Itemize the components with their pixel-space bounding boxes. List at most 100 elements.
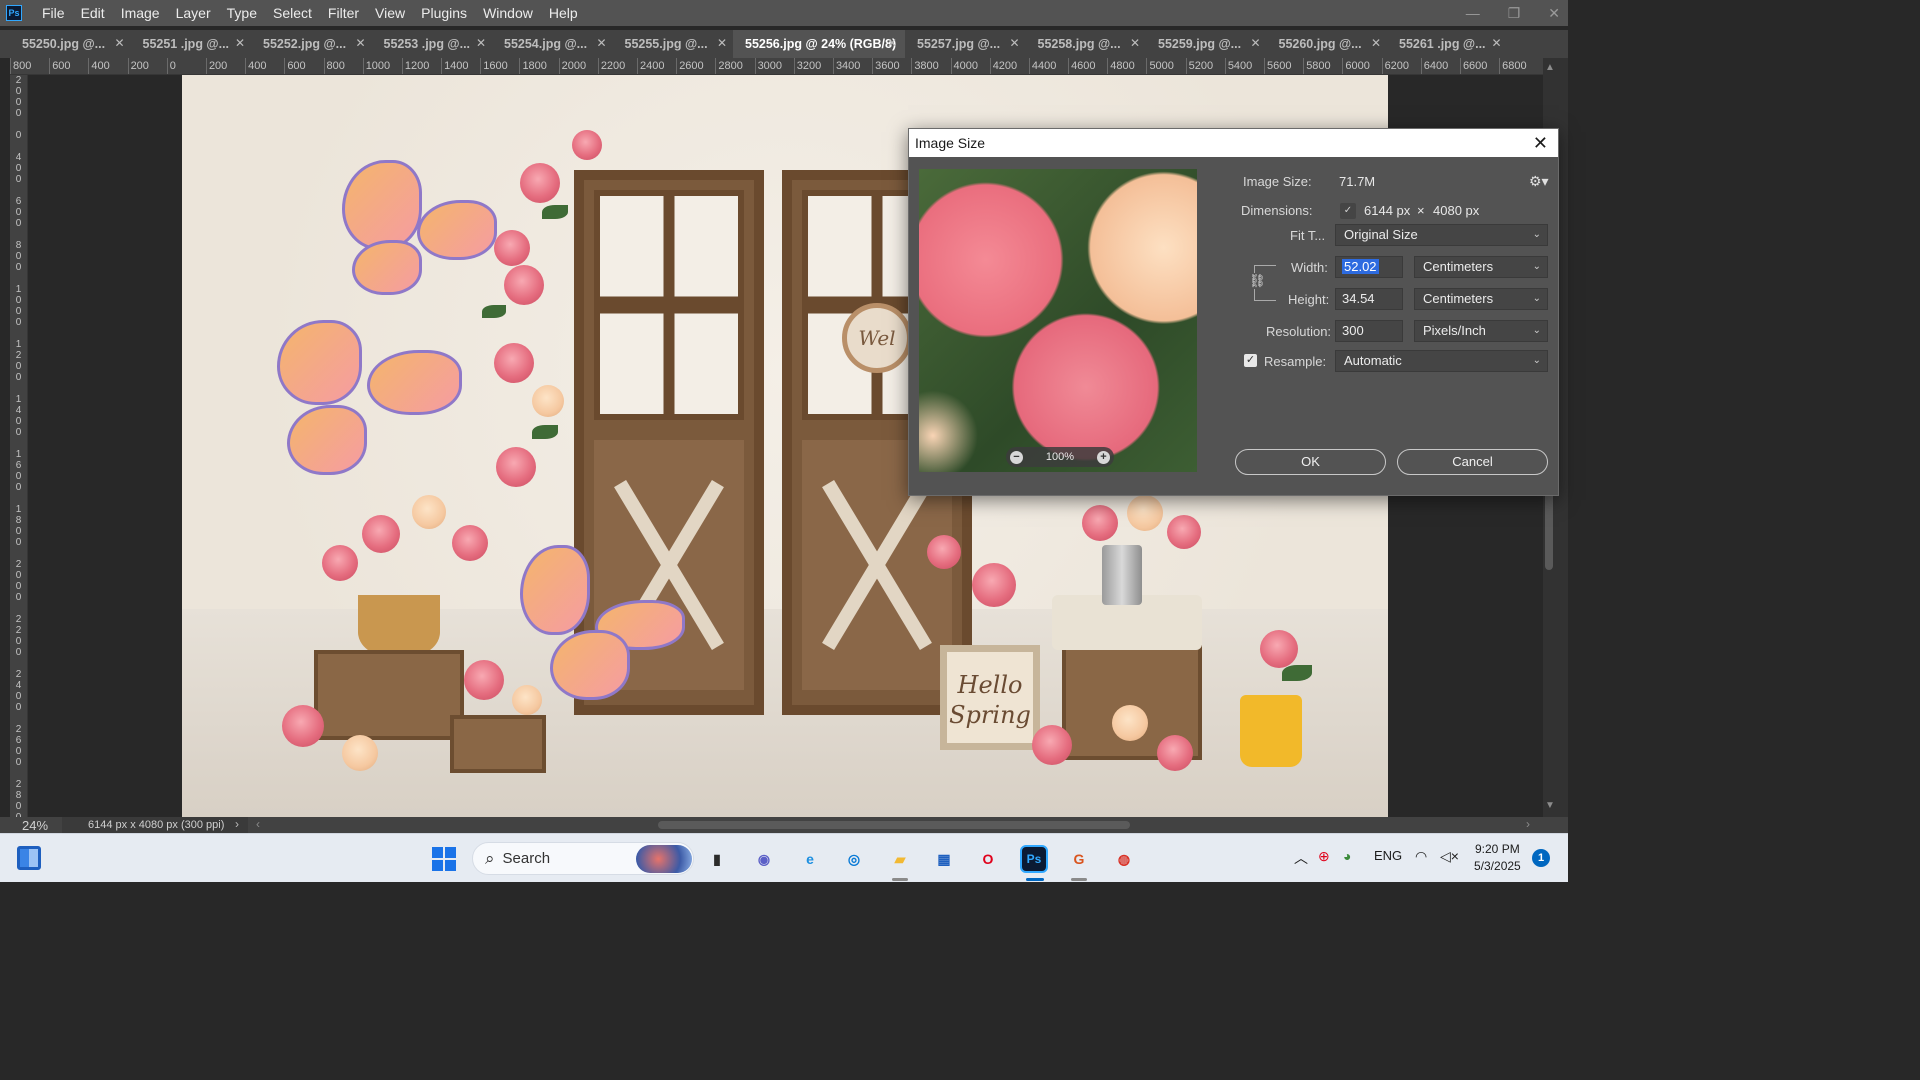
status-menu-arrow-icon[interactable]: › bbox=[235, 817, 239, 831]
close-icon[interactable]: ✕ bbox=[1250, 36, 1260, 50]
close-icon[interactable]: ✕ bbox=[887, 36, 897, 50]
speaker-muted-icon[interactable]: ◁× bbox=[1440, 848, 1459, 865]
vertical-ruler[interactable]: 2000 0 400 600 800 1000 1200 1400 1600 1… bbox=[10, 75, 28, 817]
resample-checkbox[interactable]: ✓ bbox=[1244, 354, 1257, 367]
preview-zoom-value: 100% bbox=[1045, 451, 1075, 463]
tab-55252[interactable]: 55252.jpg @... ✕ bbox=[251, 30, 372, 58]
link-chain-icon[interactable]: ⛓ bbox=[1249, 273, 1266, 289]
cancel-button[interactable]: Cancel bbox=[1397, 449, 1548, 475]
chevron-down-icon[interactable]: ✓ bbox=[1340, 203, 1356, 219]
close-icon[interactable]: ✕ bbox=[1130, 36, 1140, 50]
ruler-tick-label: 0 bbox=[15, 416, 22, 427]
snipping-icon[interactable]: ◎ bbox=[840, 845, 868, 873]
zoom-out-icon[interactable]: − bbox=[1010, 450, 1023, 464]
tab-55257[interactable]: 55257.jpg @... ✕ bbox=[905, 30, 1026, 58]
tab-55258[interactable]: 55258.jpg @... ✕ bbox=[1026, 30, 1147, 58]
close-icon[interactable]: ✕ bbox=[476, 36, 486, 50]
document-info[interactable]: 6144 px x 4080 px (300 ppi) bbox=[62, 817, 248, 833]
chrome-icon[interactable]: ◍ bbox=[1110, 845, 1138, 873]
height-unit-select[interactable]: Centimeters ⌄ bbox=[1414, 288, 1548, 310]
opera-icon[interactable]: O bbox=[974, 845, 1002, 873]
height-input[interactable]: 34.54 bbox=[1335, 288, 1403, 310]
close-icon[interactable]: ✕ bbox=[1533, 133, 1548, 154]
menu-help[interactable]: Help bbox=[541, 0, 586, 26]
close-window-icon[interactable]: ✕ bbox=[1548, 5, 1560, 22]
photoshop-icon[interactable]: Ps bbox=[1020, 845, 1048, 873]
tab-55254[interactable]: 55254.jpg @... ✕ bbox=[492, 30, 613, 58]
resample-select[interactable]: Automatic ⌄ bbox=[1335, 350, 1548, 372]
ruler-tick-label: 6000 bbox=[1342, 58, 1381, 74]
tab-55256-active[interactable]: 55256.jpg @ 24% (RGB/8) ✕ bbox=[733, 30, 905, 58]
widgets-icon[interactable] bbox=[17, 846, 41, 870]
close-icon[interactable]: ✕ bbox=[1491, 36, 1501, 50]
wifi-icon[interactable]: ◠ bbox=[1415, 848, 1427, 865]
grammarly-icon[interactable]: G bbox=[1065, 845, 1093, 873]
horizontal-scroll-thumb[interactable] bbox=[658, 821, 1130, 829]
photoshop-logo-icon[interactable]: Ps bbox=[6, 5, 22, 21]
menu-filter[interactable]: Filter bbox=[320, 0, 367, 26]
width-input[interactable]: 52.02 bbox=[1335, 256, 1403, 278]
ruler-tick-label: 0 bbox=[15, 317, 22, 328]
close-icon[interactable]: ✕ bbox=[355, 36, 365, 50]
tab-55250[interactable]: 55250.jpg @... ✕ bbox=[10, 30, 131, 58]
show-hidden-icons-chevron-icon[interactable]: ︿ bbox=[1294, 848, 1308, 868]
close-icon[interactable]: ✕ bbox=[717, 36, 727, 50]
edge-icon[interactable]: e bbox=[796, 845, 824, 873]
tab-55255[interactable]: 55255.jpg @... ✕ bbox=[613, 30, 734, 58]
menu-view[interactable]: View bbox=[367, 0, 413, 26]
rose bbox=[512, 685, 542, 715]
scroll-right-arrow-icon[interactable]: › bbox=[1526, 817, 1530, 831]
file-explorer-icon[interactable]: ▰ bbox=[886, 845, 914, 873]
start-button[interactable] bbox=[432, 847, 456, 871]
vpn-icon[interactable]: ⊕ bbox=[1318, 848, 1330, 865]
menu-image[interactable]: Image bbox=[113, 0, 168, 26]
chat-icon[interactable]: ◉ bbox=[750, 845, 778, 873]
language-indicator[interactable]: ENG bbox=[1374, 848, 1402, 863]
close-icon[interactable]: ✕ bbox=[596, 36, 606, 50]
search-placeholder: Search bbox=[502, 850, 551, 867]
menu-file[interactable]: File bbox=[34, 0, 73, 26]
preview-zoom-control: − 100% + bbox=[1006, 447, 1114, 467]
scroll-up-arrow-icon[interactable]: ▲ bbox=[1545, 62, 1555, 73]
resolution-label: Resolution: bbox=[1266, 324, 1332, 339]
close-icon[interactable]: ✕ bbox=[114, 36, 124, 50]
fit-to-select[interactable]: Original Size ⌄ bbox=[1335, 224, 1548, 246]
notification-badge[interactable]: 1 bbox=[1532, 849, 1550, 867]
clock[interactable]: 9:20 PM 5/3/2025 bbox=[1474, 841, 1521, 875]
menu-type[interactable]: Type bbox=[219, 0, 265, 26]
zoom-in-icon[interactable]: + bbox=[1096, 450, 1110, 464]
task-view-icon[interactable]: ▮ bbox=[703, 845, 731, 873]
menu-select[interactable]: Select bbox=[265, 0, 320, 26]
image-preview[interactable]: − 100% + bbox=[919, 169, 1197, 472]
ruler-tick-label: 1 bbox=[15, 449, 22, 460]
dialog-titlebar[interactable]: Image Size ✕ bbox=[909, 129, 1558, 157]
zoom-level[interactable]: 24% bbox=[22, 818, 48, 833]
tab-55259[interactable]: 55259.jpg @... ✕ bbox=[1146, 30, 1267, 58]
store-icon[interactable]: ▦ bbox=[930, 845, 958, 873]
ruler-tick-label: 5600 bbox=[1264, 58, 1303, 74]
scroll-left-arrow-icon[interactable]: ‹ bbox=[256, 817, 260, 831]
rose bbox=[362, 515, 400, 553]
tab-55260[interactable]: 55260.jpg @... ✕ bbox=[1267, 30, 1388, 58]
resolution-unit-select[interactable]: Pixels/Inch ⌄ bbox=[1414, 320, 1548, 342]
horizontal-ruler[interactable]: 800 600 400 200 0 200 400 600 800 1000 1200 1400 160… bbox=[10, 58, 1543, 75]
tab-55253[interactable]: 55253 .jpg @... ✕ bbox=[372, 30, 493, 58]
gear-icon[interactable]: ⚙▾ bbox=[1529, 173, 1549, 190]
ok-button[interactable]: OK bbox=[1235, 449, 1386, 475]
restore-icon[interactable]: ❐ bbox=[1508, 5, 1521, 22]
minimize-icon[interactable]: — bbox=[1466, 5, 1480, 21]
tab-55261[interactable]: 55261 .jpg @... ✕ bbox=[1387, 30, 1508, 58]
search-highlight-image[interactable] bbox=[636, 845, 692, 873]
resolution-input[interactable]: 300 bbox=[1335, 320, 1403, 342]
menu-plugins[interactable]: Plugins bbox=[413, 0, 475, 26]
close-icon[interactable]: ✕ bbox=[1371, 36, 1381, 50]
menu-layer[interactable]: Layer bbox=[168, 0, 219, 26]
close-icon[interactable]: ✕ bbox=[1009, 36, 1019, 50]
scroll-down-arrow-icon[interactable]: ▼ bbox=[1545, 800, 1555, 811]
menu-window[interactable]: Window bbox=[475, 0, 541, 26]
close-icon[interactable]: ✕ bbox=[235, 36, 245, 50]
tab-55251[interactable]: 55251 .jpg @... ✕ bbox=[131, 30, 252, 58]
width-unit-select[interactable]: Centimeters ⌄ bbox=[1414, 256, 1548, 278]
network-app-icon[interactable]: ◕ bbox=[1343, 848, 1351, 864]
menu-edit[interactable]: Edit bbox=[73, 0, 113, 26]
